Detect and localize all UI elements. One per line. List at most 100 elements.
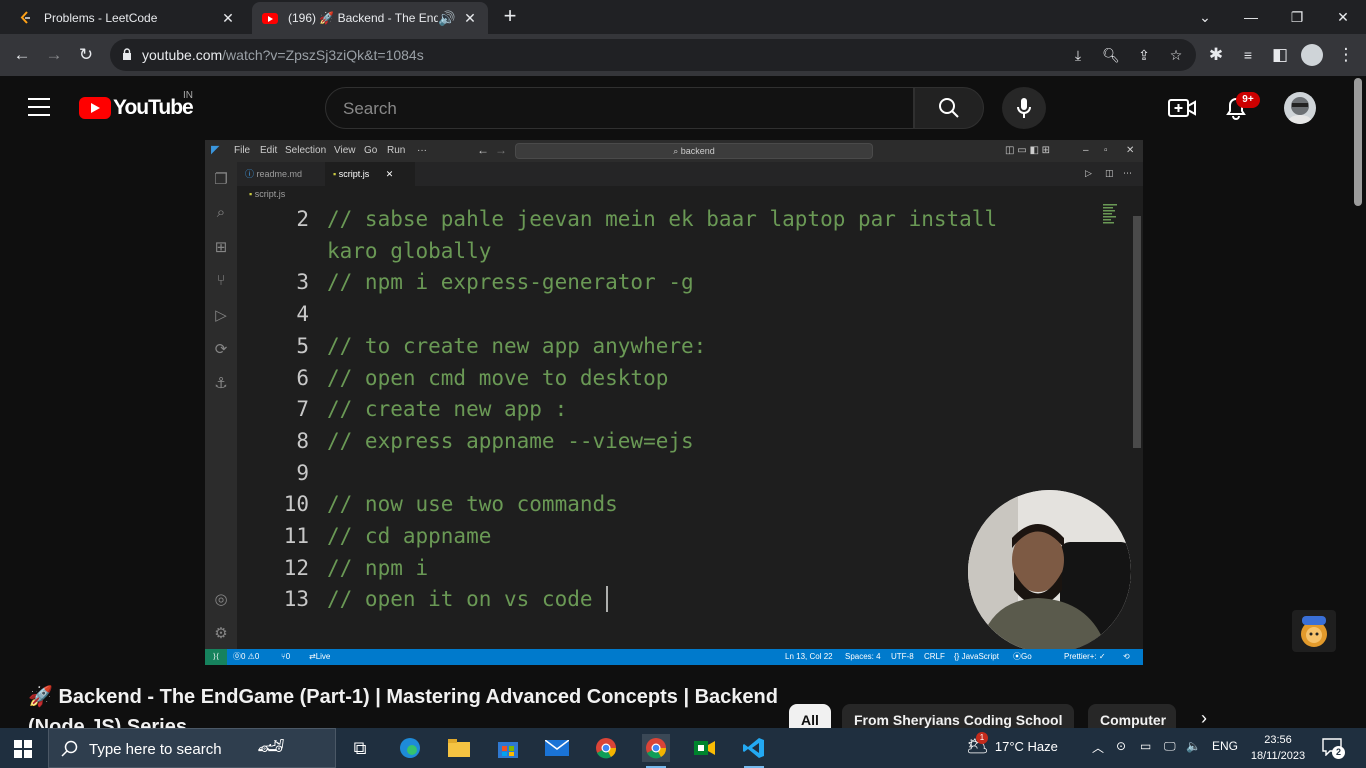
chrome-icon[interactable] (592, 734, 620, 762)
task-view-icon[interactable]: ⧉ (346, 734, 374, 762)
code-line[interactable]: // npm i (327, 556, 428, 580)
meet-icon[interactable] (691, 734, 719, 762)
source-control-icon: ⑂ (216, 272, 226, 289)
vscode-status-bar: ⟩⟨ ⓪0 ⚠0 ⑂0 ⇄ Live Share Ln 13, Col 22 S… (205, 649, 1143, 665)
forward-arrow-icon[interactable]: → (42, 43, 66, 67)
vscode-icon[interactable] (740, 734, 768, 768)
volume-icon[interactable]: 🔈 (1186, 739, 1201, 753)
presenter-webcam (968, 490, 1131, 653)
restore-icon: ▫ (1104, 145, 1108, 156)
meet-now-icon[interactable]: ⊙ (1116, 739, 1126, 753)
speaker-icon[interactable]: 🔊 (438, 10, 455, 27)
code-line[interactable]: // sabse pahle jeevan mein ek baar lapto… (327, 207, 997, 231)
zoom-icon[interactable]: 🔍︎ (1101, 45, 1121, 65)
restore-button[interactable]: ❐ (1274, 0, 1320, 34)
vscode-activity-bar: ❐ ⌕ ⊞ ⑂ ▷ ⟳ ⚓ ◎ ⚙ (205, 162, 237, 649)
date-text: 18/11/2023 (1250, 750, 1306, 762)
menu-go: Go (364, 145, 378, 156)
code-line[interactable]: // cd appname (327, 524, 491, 548)
display-icon[interactable]: 🖵 (1164, 739, 1176, 754)
page-scrollbar[interactable] (1354, 78, 1362, 206)
back-arrow-icon[interactable]: ← (10, 43, 34, 67)
chrome-profile-icon[interactable] (642, 734, 670, 768)
search-input[interactable]: Search (325, 87, 914, 129)
youtube-logo[interactable]: YouTube IN (79, 90, 194, 120)
language-indicator[interactable]: ENG (1212, 739, 1238, 753)
create-video-icon[interactable] (1168, 96, 1196, 120)
close-icon[interactable]: ✕ (220, 10, 236, 27)
weather-haze-icon: 🌥 1 (966, 732, 989, 756)
microphone-icon (1017, 98, 1031, 118)
file-explorer-icon[interactable] (445, 734, 473, 762)
minimize-button[interactable]: — (1228, 0, 1274, 34)
menu-view: View (334, 145, 356, 156)
more-actions-icon: ⋯ (1123, 168, 1132, 178)
code-line[interactable]: // create new app : (327, 397, 567, 421)
vscode-editor-tabs: ⓘ readme.md ▪ script.js ✕ ▷ ◫ ⋯ (237, 162, 1143, 186)
ports-status: ⑂0 (281, 652, 291, 661)
line-number: 8 (296, 428, 309, 453)
close-window-button[interactable]: ✕ (1320, 0, 1366, 34)
live-share-status: ⇄ Live Share (309, 652, 331, 661)
share-icon[interactable]: ⇪ (1134, 45, 1154, 65)
country-code: IN (183, 90, 193, 101)
microsoft-store-icon[interactable] (494, 734, 522, 762)
remote-indicator-icon: ⟩⟨ (205, 649, 227, 665)
bookmark-star-icon[interactable]: ☆ (1166, 45, 1186, 65)
line-number: 7 (296, 397, 309, 422)
extensions-icon[interactable]: ✱ (1204, 43, 1228, 67)
extensions-icon: ⊞ (214, 239, 228, 256)
account-avatar[interactable] (1284, 92, 1316, 124)
search-button[interactable] (914, 87, 984, 129)
close-icon[interactable]: ✕ (462, 10, 478, 27)
breadcrumb: ▪ script.js (249, 189, 286, 199)
taskbar-search-input[interactable]: Type here to search 🏎 (48, 728, 336, 768)
line-number: 10 (283, 492, 309, 517)
menu-edit: Edit (260, 145, 278, 156)
tab-youtube[interactable]: (196) 🚀 Backend - The End 🔊 ✕ (252, 2, 488, 34)
address-bar[interactable]: youtube.com/watch?v=ZpszSj3ziQk&t=1084s … (110, 39, 1196, 71)
code-line[interactable]: // open it on vs code (327, 587, 593, 611)
code-line[interactable]: karo globally (327, 239, 491, 263)
encoding-status: UTF-8 (891, 652, 914, 661)
close-icon: ✕ (1126, 145, 1135, 156)
line-number: 12 (283, 555, 309, 580)
code-line[interactable]: // now use two commands (327, 492, 618, 516)
lock-icon (123, 48, 131, 60)
voice-search-button[interactable] (1002, 87, 1046, 129)
new-tab-button[interactable]: + (498, 5, 522, 29)
code-line[interactable]: // express appname --view=ejs (327, 429, 694, 453)
menu-icon[interactable] (28, 98, 50, 116)
reload-icon[interactable]: ↻ (74, 43, 98, 67)
chrome-menu-icon[interactable]: ⋮ (1334, 43, 1358, 67)
code-line[interactable]: // open cmd move to desktop (327, 366, 668, 390)
tab-script: ▪ script.js ✕ (325, 162, 415, 186)
network-icon[interactable]: ▭ (1140, 739, 1151, 753)
menu-selection: Selection (285, 145, 327, 156)
search-highlight-icon: 🏎 (257, 733, 285, 758)
tab-title: (196) 🚀 Backend - The End (288, 11, 438, 25)
edge-icon[interactable] (396, 734, 424, 762)
show-hidden-icons-icon[interactable]: ︿ (1092, 739, 1104, 756)
video-player[interactable]: ◤ File Edit Selection View Go Run ··· ← … (205, 140, 1143, 665)
prettier-status: Prettier+: ✓ (1064, 652, 1106, 661)
tab-search-icon[interactable]: ⌄ (1182, 0, 1228, 34)
leetcode-icon (18, 10, 34, 26)
weather-widget[interactable]: 🌥 1 17°C Haze (966, 732, 1058, 757)
info-icon: ⓘ (245, 169, 255, 179)
tab-leetcode[interactable]: Problems - LeetCode ✕ (8, 2, 246, 34)
clock[interactable]: 23:56 18/11/2023 (1246, 732, 1310, 764)
mail-icon[interactable] (543, 734, 571, 762)
youtube-icon (262, 10, 278, 26)
profile-avatar[interactable] (1300, 43, 1324, 67)
code-line[interactable]: // npm i express-generator -g (327, 270, 694, 294)
line-number: 9 (296, 460, 309, 485)
side-panel-icon[interactable]: ◧ (1268, 43, 1292, 67)
code-line[interactable]: // to create new app anywhere: (327, 334, 706, 358)
media-control-icon[interactable]: ≡ (1236, 43, 1260, 67)
minimap (1103, 204, 1117, 224)
lion-mascot-icon[interactable] (1292, 610, 1336, 652)
action-center-icon[interactable]: 2 (1322, 738, 1346, 759)
install-app-icon[interactable]: ⤓ (1068, 45, 1088, 65)
windows-start-icon[interactable] (14, 740, 32, 758)
